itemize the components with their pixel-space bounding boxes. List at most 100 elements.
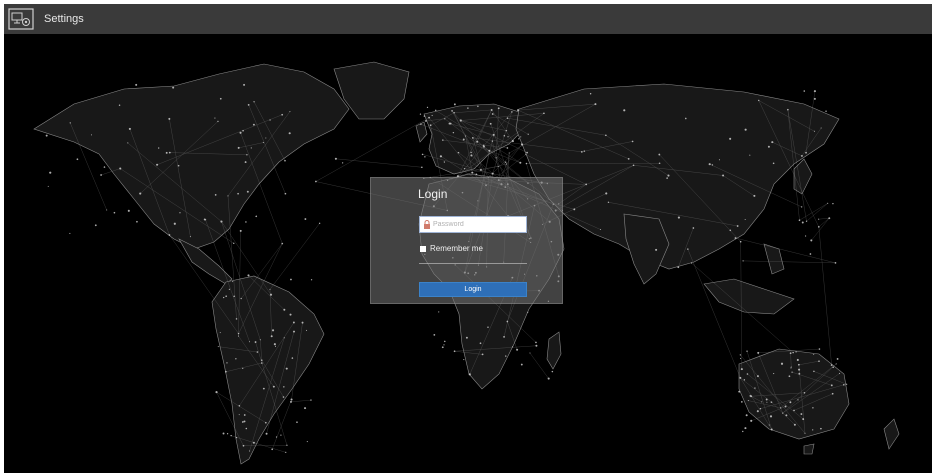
network-node xyxy=(803,392,806,394)
network-node xyxy=(290,400,292,403)
network-node xyxy=(262,387,265,390)
network-node xyxy=(805,151,807,154)
network-node xyxy=(420,123,422,125)
network-node xyxy=(801,221,804,224)
network-node xyxy=(527,133,529,135)
network-node xyxy=(744,218,746,220)
network-node xyxy=(525,162,528,165)
network-node xyxy=(265,432,268,435)
network-link xyxy=(818,226,832,366)
network-node xyxy=(516,348,519,351)
network-node xyxy=(247,103,250,106)
password-field[interactable] xyxy=(419,216,527,233)
network-node xyxy=(168,117,171,120)
network-node xyxy=(492,133,495,136)
network-node xyxy=(685,117,687,120)
network-node xyxy=(477,105,479,108)
network-node xyxy=(177,164,180,167)
network-node xyxy=(518,138,520,140)
remember-me[interactable]: Remember me xyxy=(420,244,483,253)
network-node xyxy=(827,202,829,204)
network-node xyxy=(220,220,223,223)
network-node xyxy=(444,340,446,343)
network-node xyxy=(290,398,293,401)
network-node xyxy=(301,321,304,324)
network-node xyxy=(813,353,815,355)
network-node xyxy=(535,344,538,347)
network-link xyxy=(811,218,830,241)
network-node xyxy=(798,368,801,371)
network-node xyxy=(787,108,789,111)
network-node xyxy=(780,362,784,365)
remember-me-checkbox[interactable] xyxy=(420,245,426,252)
network-node xyxy=(790,367,792,369)
network-node xyxy=(269,288,271,290)
network-node xyxy=(179,212,181,214)
network-node xyxy=(742,430,744,433)
network-node xyxy=(505,355,507,357)
network-node xyxy=(798,372,801,375)
network-node xyxy=(594,103,597,106)
network-node xyxy=(736,225,739,227)
network-node xyxy=(260,359,263,361)
network-node xyxy=(749,154,751,156)
network-node xyxy=(516,109,519,112)
network-node xyxy=(94,224,97,227)
network-node xyxy=(520,363,523,366)
network-node xyxy=(453,103,456,106)
network-node xyxy=(797,363,800,366)
network-node xyxy=(802,418,805,420)
network-node xyxy=(421,166,423,169)
network-node xyxy=(832,202,834,205)
network-node xyxy=(283,337,285,339)
network-node xyxy=(69,122,71,124)
network-node xyxy=(225,370,227,373)
network-node xyxy=(252,441,255,444)
network-node xyxy=(520,143,524,146)
network-link xyxy=(799,203,828,221)
network-node xyxy=(722,174,725,177)
network-node xyxy=(463,359,465,361)
network-node xyxy=(784,405,787,408)
monitor-settings-icon[interactable] xyxy=(8,8,34,30)
network-node xyxy=(749,394,752,397)
network-node xyxy=(225,295,227,298)
network-node xyxy=(217,120,219,123)
login-button[interactable]: Login xyxy=(419,282,527,297)
network-node xyxy=(476,140,479,143)
password-input[interactable] xyxy=(433,221,523,228)
network-node xyxy=(423,115,426,117)
network-node xyxy=(769,415,773,418)
network-node xyxy=(754,387,756,389)
network-node xyxy=(262,141,264,144)
network-node xyxy=(259,339,261,341)
network-node xyxy=(506,117,509,119)
network-node xyxy=(305,329,308,331)
network-node xyxy=(729,229,732,232)
network-node xyxy=(451,110,453,112)
network-node xyxy=(789,352,792,355)
network-node xyxy=(607,201,610,203)
network-node xyxy=(810,239,813,242)
network-node xyxy=(223,296,225,299)
network-node xyxy=(791,371,793,373)
network-node xyxy=(448,122,451,125)
network-node xyxy=(832,366,834,369)
network-node xyxy=(249,341,251,343)
network-node xyxy=(246,154,248,156)
network-node xyxy=(747,400,749,402)
network-node xyxy=(273,343,276,346)
network-node xyxy=(770,428,773,431)
network-node xyxy=(512,346,514,348)
divider xyxy=(419,263,527,264)
network-node xyxy=(482,145,485,148)
network-node xyxy=(585,183,588,186)
network-node xyxy=(136,220,138,223)
network-node xyxy=(173,222,176,225)
network-node xyxy=(504,161,507,163)
network-node xyxy=(280,434,282,436)
network-node xyxy=(467,107,469,109)
network-node xyxy=(246,190,249,193)
network-node xyxy=(421,153,424,156)
network-node xyxy=(219,332,221,334)
